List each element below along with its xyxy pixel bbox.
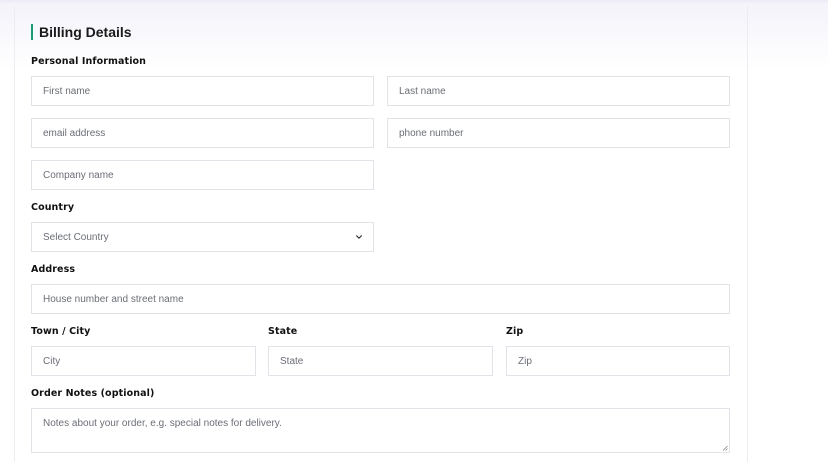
chevron-down-icon — [356, 235, 362, 239]
phone-input[interactable] — [399, 119, 729, 147]
company-input[interactable] — [43, 161, 373, 189]
country-label: Country — [31, 202, 75, 213]
state-input[interactable] — [280, 347, 492, 375]
state-field[interactable] — [268, 346, 493, 376]
address-label: Address — [31, 264, 76, 275]
last-name-field[interactable] — [387, 76, 730, 106]
address-input[interactable] — [43, 285, 729, 313]
state-label: State — [268, 326, 298, 337]
page-title: Billing Details — [39, 24, 132, 40]
country-select-value: Select Country — [43, 231, 109, 243]
address-field[interactable] — [31, 284, 730, 314]
zip-label: Zip — [506, 326, 524, 337]
city-input[interactable] — [43, 347, 255, 375]
company-field[interactable] — [31, 160, 374, 190]
country-select[interactable]: Select Country — [31, 222, 374, 252]
first-name-input[interactable] — [43, 77, 373, 105]
last-name-input[interactable] — [399, 77, 729, 105]
order-notes-label: Order Notes (optional) — [31, 388, 155, 399]
town-label: Town / City — [31, 326, 91, 337]
email-input[interactable] — [43, 119, 373, 147]
billing-title-block: Billing Details — [31, 24, 132, 40]
first-name-field[interactable] — [31, 76, 374, 106]
city-field[interactable] — [31, 346, 256, 376]
phone-field[interactable] — [387, 118, 730, 148]
email-field[interactable] — [31, 118, 374, 148]
resize-handle-icon[interactable] — [722, 445, 728, 451]
zip-input[interactable] — [518, 347, 729, 375]
order-notes-textarea[interactable] — [32, 409, 729, 452]
order-notes-field[interactable] — [31, 408, 730, 453]
personal-info-heading: Personal Information — [31, 56, 147, 67]
zip-field[interactable] — [506, 346, 730, 376]
